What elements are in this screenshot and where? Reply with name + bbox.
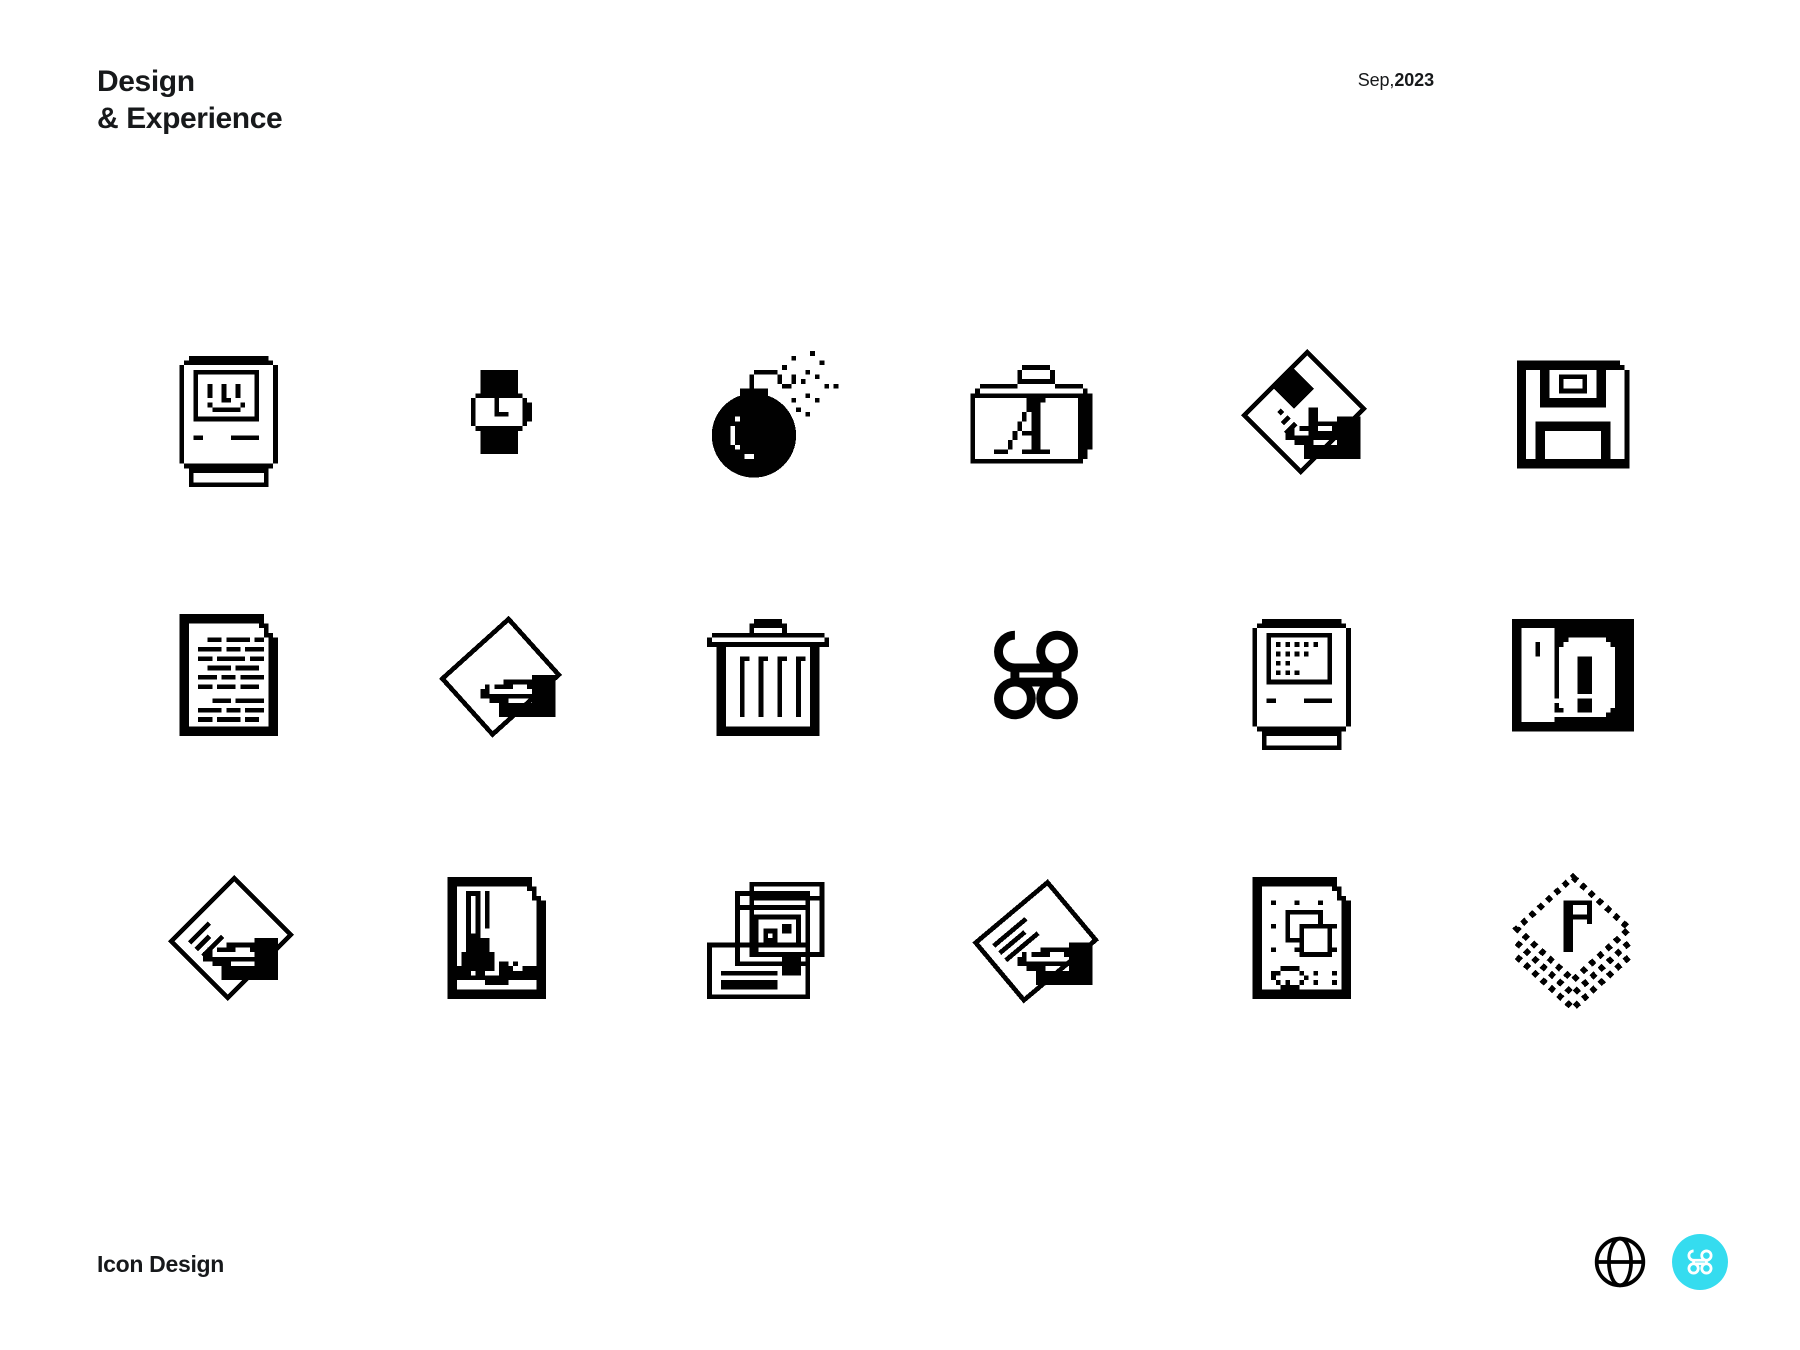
icon-cell-pen-document[interactable] <box>365 807 633 1070</box>
command-badge-icon[interactable] <box>1672 1234 1728 1290</box>
icon-cell-happy-mac[interactable] <box>97 280 365 543</box>
alert-exclamation-icon <box>1511 618 1634 732</box>
bomb-error-icon <box>711 350 839 478</box>
icon-cell-write-hand-doc[interactable] <box>1170 280 1438 543</box>
header-date-month: Sep, <box>1357 70 1395 90</box>
icon-cell-floppy[interactable] <box>1439 280 1707 543</box>
command-key-icon <box>994 630 1079 720</box>
floppy-disk-icon <box>1516 360 1630 468</box>
icon-cell-layered-type[interactable] <box>1439 807 1707 1070</box>
icon-cell-trash[interactable] <box>634 543 902 806</box>
wristwatch-wait-icon <box>471 369 533 454</box>
shapes-document-icon <box>1252 877 1352 1000</box>
icon-cell-stacked-mail[interactable] <box>634 807 902 1070</box>
footer-label: Icon Design <box>97 1251 225 1277</box>
globe-icon[interactable] <box>1592 1234 1648 1290</box>
icon-cell-command-key[interactable] <box>902 543 1170 806</box>
write-hand-doc-icon <box>1241 348 1368 475</box>
header-date: Sep,2023 <box>1358 70 1434 91</box>
stacked-mail-icon <box>706 882 825 1000</box>
icon-cell-draw-hand-doc[interactable] <box>902 807 1170 1070</box>
sign-hand-doc-icon <box>439 615 563 738</box>
trash-can-icon <box>706 618 829 736</box>
layered-type-icon <box>1512 873 1634 1013</box>
icon-cell-alert[interactable] <box>1439 543 1707 806</box>
text-document-icon <box>179 614 279 736</box>
icon-cell-shapes-document[interactable] <box>1170 807 1438 1070</box>
pen-document-icon <box>447 877 547 1000</box>
icon-cell-wristwatch[interactable] <box>365 280 633 543</box>
icon-grid <box>97 280 1707 1070</box>
page-title: Design & Experience <box>97 65 283 135</box>
icon-cell-font-suitcase[interactable] <box>902 280 1170 543</box>
header-date-year: 2023 <box>1394 70 1434 90</box>
edit-hand-doc-icon <box>168 875 295 1002</box>
icon-cell-disk-needed-mac[interactable] <box>1170 543 1438 806</box>
icon-cell-edit-hand-doc[interactable] <box>97 807 365 1070</box>
icon-cell-bomb[interactable] <box>634 280 902 543</box>
disk-needed-mac-icon <box>1252 618 1352 750</box>
icon-cell-text-document[interactable] <box>97 543 365 806</box>
icon-cell-sign-hand-doc[interactable] <box>365 543 633 806</box>
happy-mac-icon <box>179 355 279 487</box>
draw-hand-doc-icon <box>972 879 1100 1004</box>
font-suitcase-icon <box>970 364 1093 464</box>
footer-icons <box>1592 1234 1728 1290</box>
